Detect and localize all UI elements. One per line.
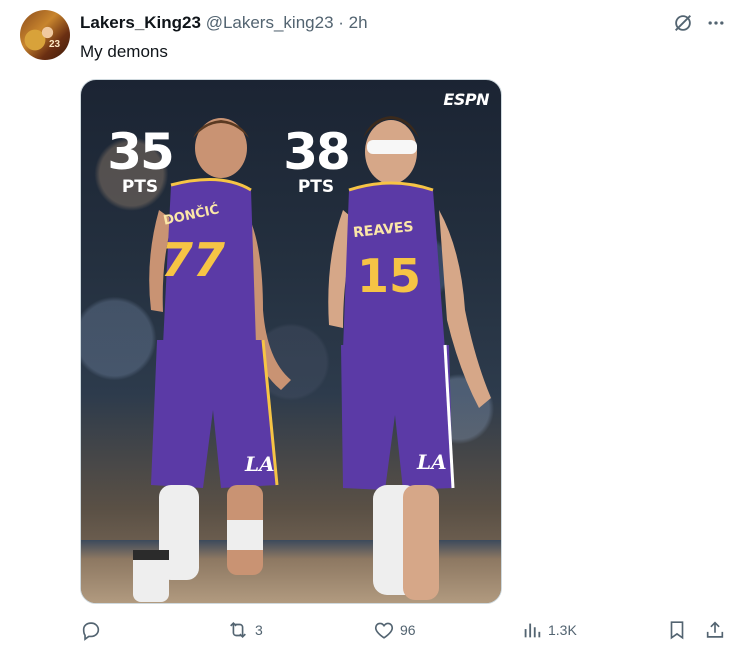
bookmark-icon — [666, 619, 688, 641]
post-header: Lakers_King23 @Lakers_king23 · 2h — [80, 13, 368, 33]
repost-button[interactable]: 3 — [226, 612, 263, 648]
avatar[interactable]: 23 — [20, 10, 70, 60]
share-icon — [704, 619, 726, 641]
share-button[interactable] — [704, 612, 726, 648]
repost-count: 3 — [255, 622, 263, 638]
display-name[interactable]: Lakers_King23 — [80, 13, 201, 32]
post-time[interactable]: 2h — [349, 13, 368, 32]
views-button[interactable]: 1.3K — [521, 612, 577, 648]
action-bar: 3 96 1.3K — [0, 612, 745, 650]
avatar-number: 23 — [49, 39, 61, 50]
more-icon[interactable] — [703, 10, 729, 36]
views-count: 1.3K — [548, 622, 577, 638]
like-count: 96 — [400, 622, 416, 638]
post-image[interactable]: ESPN 35 PTS 38 PTS DONČIĆ 77 LA REAVES 1… — [80, 79, 502, 604]
right-player-number: 15 — [357, 249, 422, 303]
reply-button[interactable] — [80, 612, 107, 648]
separator-dot: · — [338, 13, 344, 32]
repost-icon — [226, 619, 250, 641]
bookmark-button[interactable] — [666, 612, 688, 648]
user-handle[interactable]: @Lakers_king23 — [206, 13, 334, 32]
grok-icon[interactable] — [670, 10, 696, 36]
like-button[interactable]: 96 — [373, 612, 416, 648]
post-text: My demons — [80, 42, 168, 61]
heart-icon — [373, 619, 395, 641]
right-shorts-logo: LA — [417, 450, 447, 474]
reply-icon — [80, 619, 102, 641]
views-icon — [521, 619, 543, 641]
